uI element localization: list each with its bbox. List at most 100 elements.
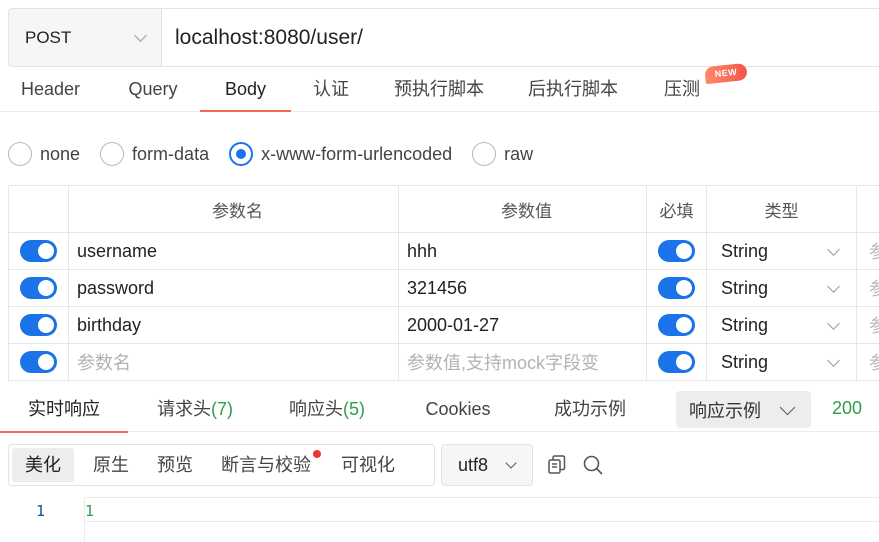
table-row: username hhh String 参	[8, 233, 879, 270]
tab-stress-test[interactable]: 压测	[663, 68, 701, 112]
tab-success-example[interactable]: 成功示例	[553, 386, 627, 432]
param-value-input[interactable]: 参数值,支持mock字段变	[399, 344, 647, 380]
radio-label: form-data	[132, 143, 210, 164]
param-desc-input[interactable]: 参	[857, 344, 879, 380]
tab-count: (7)	[211, 399, 233, 419]
tab-header[interactable]: Header	[18, 68, 83, 112]
table-row: password 321456 String 参	[8, 270, 879, 307]
radio-none[interactable]: none	[8, 142, 80, 166]
type-label: String	[721, 277, 769, 298]
chevron-down-icon	[827, 316, 840, 330]
response-example-select[interactable]: 响应示例	[676, 391, 811, 428]
param-value-input[interactable]: 2000-01-27	[399, 307, 647, 343]
method-label: POST	[25, 27, 72, 47]
param-name-input[interactable]: birthday	[69, 307, 399, 343]
url-bar: POST localhost:8080/user/	[8, 8, 879, 67]
tab-response-headers[interactable]: 响应头(5)	[288, 386, 366, 432]
required-cell	[647, 344, 707, 380]
required-cell	[647, 307, 707, 343]
type-label: String	[721, 240, 769, 261]
param-name-input[interactable]: 参数名	[69, 344, 399, 380]
enable-cell	[8, 344, 69, 380]
required-toggle[interactable]	[658, 277, 695, 299]
radio-label: x-www-form-urlencoded	[261, 143, 453, 164]
radio-circle-icon	[8, 142, 32, 166]
chevron-down-icon	[827, 353, 840, 367]
radio-x-www-form-urlencoded[interactable]: x-www-form-urlencoded	[229, 142, 452, 166]
radio-circle-icon	[472, 142, 497, 166]
params-table: 参数名 参数值 必填 类型 username hhh String 参 pass…	[8, 185, 879, 381]
header-param-name: 参数名	[69, 186, 399, 232]
tab-cookies[interactable]: Cookies	[423, 386, 493, 432]
encoding-label: utf8	[458, 454, 489, 475]
view-raw-button[interactable]: 原生	[80, 448, 142, 482]
enable-toggle[interactable]	[20, 240, 57, 262]
required-toggle[interactable]	[658, 314, 695, 336]
param-value-input[interactable]: hhh	[399, 233, 647, 269]
search-icon[interactable]	[582, 454, 604, 476]
line-number: 1	[36, 502, 46, 520]
enable-toggle[interactable]	[20, 277, 57, 299]
method-select[interactable]: POST	[9, 9, 162, 66]
view-pretty-button[interactable]: 美化	[12, 448, 74, 482]
required-toggle[interactable]	[658, 351, 695, 373]
chevron-down-icon	[779, 399, 796, 416]
param-desc-input[interactable]: 参	[857, 233, 879, 269]
chevron-down-icon	[827, 242, 840, 256]
tab-body[interactable]: Body	[200, 68, 291, 112]
notification-dot	[313, 450, 321, 458]
param-desc-input[interactable]: 参	[857, 307, 879, 343]
chevron-down-icon	[505, 457, 517, 469]
type-select[interactable]: String	[707, 344, 857, 380]
type-select[interactable]: String	[707, 233, 857, 269]
header-enable-cell	[8, 186, 69, 232]
radio-circle-icon	[100, 142, 125, 166]
tab-live-response[interactable]: 实时响应	[0, 386, 128, 433]
select-label: 响应示例	[689, 400, 761, 421]
tab-count: (5)	[343, 399, 365, 419]
param-name-input[interactable]: username	[69, 233, 399, 269]
tab-label: Cookies	[425, 399, 491, 419]
param-value-input[interactable]: 321456	[399, 270, 647, 306]
copy-icon[interactable]	[546, 454, 568, 476]
param-desc-input[interactable]: 参	[857, 270, 879, 306]
required-toggle[interactable]	[658, 240, 695, 262]
table-row: birthday 2000-01-27 String 参	[8, 307, 879, 344]
param-name-input[interactable]: password	[69, 270, 399, 306]
header-desc	[857, 186, 879, 232]
header-type: 类型	[707, 186, 857, 232]
enable-cell	[8, 270, 69, 306]
enable-cell	[8, 233, 69, 269]
url-input[interactable]: localhost:8080/user/	[162, 9, 879, 66]
tab-auth[interactable]: 认证	[312, 68, 350, 112]
radio-label: none	[40, 143, 81, 164]
tab-label: 成功示例	[554, 399, 626, 419]
response-editor[interactable]: 1 1	[0, 497, 879, 542]
header-required: 必填	[647, 186, 707, 232]
radio-form-data[interactable]: form-data	[100, 142, 209, 166]
radio-raw[interactable]: raw	[472, 142, 533, 166]
type-select[interactable]: String	[707, 307, 857, 343]
view-preview-button[interactable]: 预览	[144, 448, 206, 482]
tab-request-headers[interactable]: 请求头(7)	[156, 386, 234, 432]
view-mode-bar: 美化 原生 预览 断言与校验 可视化	[8, 444, 435, 486]
body-type-group: none form-data x-www-form-urlencoded raw	[8, 140, 553, 168]
tab-query[interactable]: Query	[126, 68, 180, 112]
enable-cell	[8, 307, 69, 343]
active-line-highlight	[85, 497, 879, 522]
table-header-row: 参数名 参数值 必填 类型	[8, 186, 879, 233]
type-label: String	[721, 351, 769, 372]
view-assertions-button[interactable]: 断言与校验	[208, 448, 324, 482]
tab-label: 请求头	[157, 399, 211, 419]
encoding-select[interactable]: utf8	[441, 444, 533, 486]
enable-toggle[interactable]	[20, 351, 57, 373]
status-code: 200	[832, 398, 863, 418]
enable-toggle[interactable]	[20, 314, 57, 336]
tab-post-script[interactable]: 后执行脚本	[527, 68, 619, 112]
table-row-new: 参数名 参数值,支持mock字段变 String 参	[8, 344, 879, 381]
tab-pre-script[interactable]: 预执行脚本	[393, 68, 485, 112]
required-cell	[647, 270, 707, 306]
tab-label: 实时响应	[28, 399, 100, 419]
type-select[interactable]: String	[707, 270, 857, 306]
view-visualize-button[interactable]: 可视化	[328, 448, 408, 482]
